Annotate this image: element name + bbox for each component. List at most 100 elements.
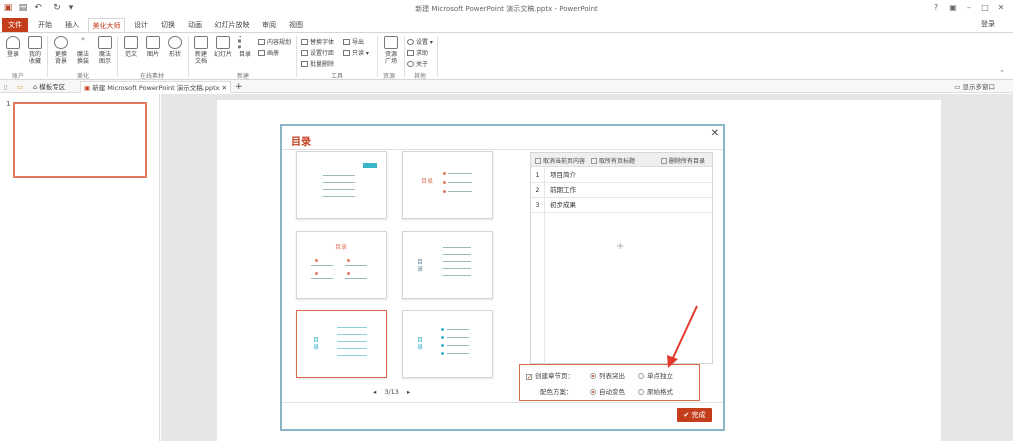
magic-diagram-button[interactable]: 魔法 图示	[94, 36, 116, 65]
radio-original-format[interactable]: 原始格式	[638, 386, 673, 396]
tab-view[interactable]: 视图	[284, 18, 308, 32]
resource-plaza-button[interactable]: 资源 广场	[380, 36, 402, 65]
new-slide-button[interactable]: 幻灯片	[212, 36, 234, 58]
login-link[interactable]: 登录	[981, 19, 995, 29]
read-only-button[interactable]: 只读 ▾	[343, 48, 369, 57]
radio-auto-color[interactable]: 自动变色	[590, 386, 625, 396]
done-button[interactable]: ✔ 完成	[677, 408, 712, 422]
tab-transitions[interactable]: 切换	[156, 18, 180, 32]
tab-slideshow[interactable]: 幻灯片放映	[211, 18, 253, 32]
picture-button[interactable]: 图片	[142, 36, 164, 58]
add-tab-icon[interactable]: +	[235, 81, 243, 93]
template-line	[337, 341, 367, 342]
toc-row[interactable]: 3 初步成果	[531, 198, 712, 213]
login-button[interactable]: 登录	[2, 36, 24, 58]
line-spacing-button[interactable]: 设置行距	[301, 48, 334, 57]
get-all-titles-button[interactable]: 取所有页标题	[591, 156, 635, 165]
tab-animations[interactable]: 动画	[183, 18, 207, 32]
toc-row-text: 初步成果	[550, 201, 576, 209]
close-icon[interactable]: ✕	[995, 3, 1007, 12]
window-title: 新建 Microsoft PowerPoint 演示文稿.pptx - Powe…	[415, 5, 598, 13]
template-line	[443, 275, 471, 276]
templates-tab[interactable]: ⌂ 模板专区	[33, 81, 65, 93]
group-label-tools: 工具	[331, 73, 344, 80]
help-button[interactable]: 求助	[407, 48, 428, 57]
change-background-button[interactable]: 更换 背景	[50, 36, 72, 65]
toc-template-2[interactable]: 目录	[402, 151, 493, 219]
prev-page-icon[interactable]: ◂	[373, 388, 376, 396]
about-button[interactable]: 关于	[407, 59, 428, 68]
template-title-badge	[363, 163, 377, 168]
toc-button[interactable]: 目录	[234, 36, 256, 58]
title-bar: ▣ ▤ ↶ ↻ ▾ 新建 Microsoft PowerPoint 演示文稿.p…	[0, 0, 1013, 18]
template-dot	[441, 328, 444, 331]
template-dot	[441, 344, 444, 347]
tab-beautify-master[interactable]: 美化大师	[88, 18, 125, 33]
template-line	[311, 278, 333, 279]
template-line	[337, 327, 367, 328]
content-planning-button[interactable]: 内容规划	[258, 37, 291, 46]
tab-insert[interactable]: 插入	[60, 18, 84, 32]
replace-font-button[interactable]: 替换字体	[301, 37, 334, 46]
group-label-other: 其他	[414, 73, 427, 80]
tab-review[interactable]: 审阅	[257, 18, 281, 32]
radio-selected-icon	[590, 389, 596, 395]
delete-all-toc-button[interactable]: 删除所有目录	[661, 156, 705, 165]
tab-file[interactable]: 文件	[2, 18, 28, 32]
toc-template-6[interactable]: 目录	[402, 310, 493, 378]
batch-delete-button[interactable]: 批量删除	[301, 59, 334, 68]
export-button[interactable]: 导出	[343, 37, 364, 46]
toc-editor: 取消当前页内容 取所有页标题 删除所有目录 1 项目简介 2 前期工作 3 初步成果 …	[530, 152, 713, 364]
magic-outfit-button[interactable]: ✧ 魔法 换装	[72, 36, 94, 65]
toc-row[interactable]: 2 前期工作	[531, 183, 712, 198]
toc-row[interactable]: 1 项目简介	[531, 168, 712, 183]
toc-row-text: 前期工作	[550, 186, 576, 194]
close-tab-icon[interactable]: ✕	[222, 84, 227, 92]
cancel-current-page-button[interactable]: 取消当前页内容	[535, 156, 585, 165]
group-label-new: 新建	[237, 73, 250, 80]
maximize-icon[interactable]: □	[979, 3, 991, 12]
template-pager: ◂ 3/13 ▸	[370, 388, 413, 396]
collapse-ribbon-icon[interactable]: ⌃	[999, 69, 1005, 77]
my-favorites-button[interactable]: 我的 收藏	[24, 36, 46, 65]
group-divider	[188, 36, 189, 77]
group-label-account: 账户	[12, 73, 25, 80]
template-line	[447, 329, 469, 330]
sample-essay-button[interactable]: 范文	[120, 36, 142, 58]
tab-design[interactable]: 设计	[129, 18, 153, 32]
add-toc-item-icon[interactable]: +	[616, 241, 624, 252]
folder-icon[interactable]: ▭	[17, 81, 27, 93]
radio-list-highlight[interactable]: 列表突出	[590, 370, 625, 380]
group-label-beautify: 美化	[77, 73, 90, 80]
toc-template-1[interactable]	[296, 151, 387, 219]
template-dot	[315, 259, 318, 262]
next-page-icon[interactable]: ▸	[407, 388, 410, 396]
toc-template-4[interactable]: 目录	[402, 231, 493, 299]
shape-button[interactable]: 形状	[164, 36, 186, 58]
slide-thumbnail[interactable]	[13, 102, 147, 178]
help-icon[interactable]: ?	[930, 3, 942, 12]
ribbon: 登录 我的 收藏 账户 更换 背景 ✧ 魔法 换装 魔法 图示 美化 范文 图片 形状 在…	[0, 32, 1013, 80]
ribbon-display-icon[interactable]: ▣	[947, 3, 959, 12]
toc-row-number: 3	[531, 198, 545, 213]
new-file-icon[interactable]: ▯	[4, 81, 14, 93]
cancel-icon	[535, 158, 541, 164]
toc-row-number: 2	[531, 183, 545, 198]
new-document-button[interactable]: 新建 文档	[190, 36, 212, 65]
dialog-close-icon[interactable]: ✕	[711, 128, 719, 139]
radio-icon	[638, 389, 644, 395]
tab-home[interactable]: 开始	[33, 18, 57, 32]
group-divider	[437, 36, 438, 77]
toc-template-5[interactable]: 目录	[296, 310, 387, 378]
template-line	[323, 175, 355, 176]
album-button[interactable]: 画册	[258, 48, 279, 57]
document-tab[interactable]: ▣ 新建 Microsoft PowerPoint 演示文稿.pptx ✕	[80, 81, 232, 93]
settings-button[interactable]: 设置 ▾	[407, 37, 433, 46]
toc-template-3[interactable]: 目录	[296, 231, 387, 299]
radio-single-point[interactable]: 单点独立	[638, 370, 673, 380]
minimize-icon[interactable]: –	[963, 3, 975, 12]
group-divider	[404, 36, 405, 77]
create-section-checkbox[interactable]: ✓ 创建章节页：	[526, 370, 574, 381]
template-label: 目录	[421, 178, 434, 185]
show-multiple-windows-link[interactable]: ▭ 显示多窗口	[954, 81, 995, 91]
